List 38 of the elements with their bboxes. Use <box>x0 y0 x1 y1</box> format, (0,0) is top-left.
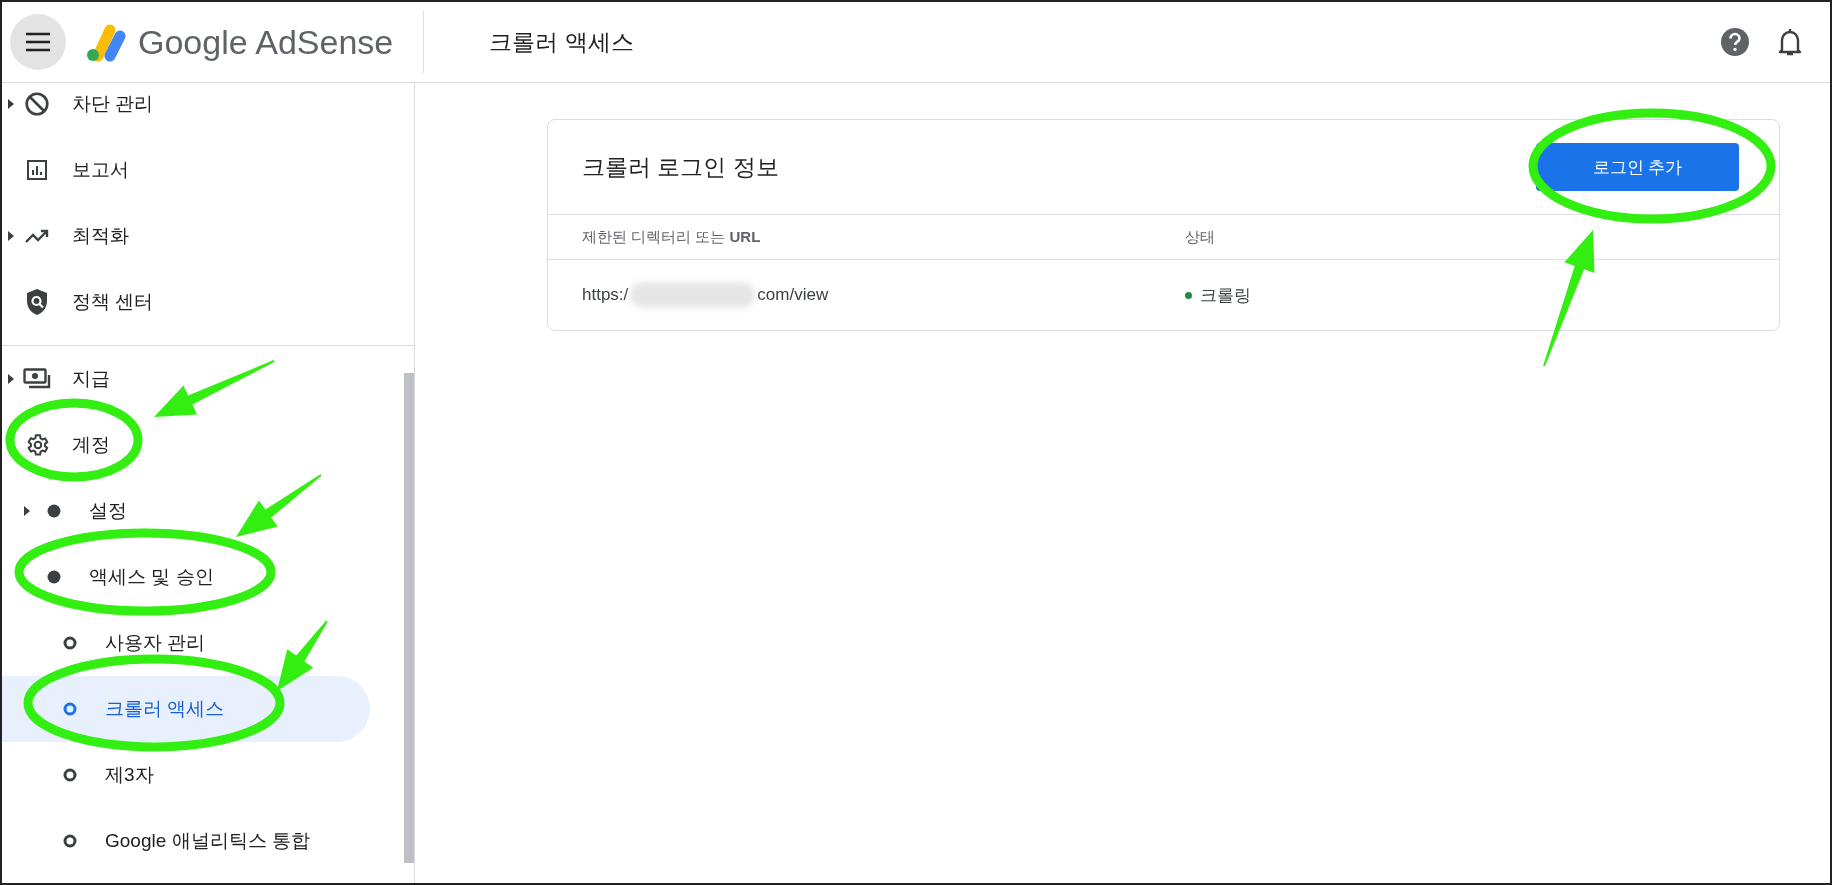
menu-icon <box>25 32 51 52</box>
menu-button[interactable] <box>10 14 66 70</box>
product-name: Google AdSense <box>138 22 394 62</box>
nav-item[interactable]: 최적화 <box>2 203 370 269</box>
nav-item[interactable]: 계정 <box>2 412 370 478</box>
ring-icon <box>63 834 77 848</box>
expand-arrow-icon[interactable] <box>8 231 14 241</box>
ring-icon <box>63 636 77 650</box>
nav-item[interactable]: 지급 <box>2 346 370 412</box>
help-icon[interactable] <box>1720 27 1750 57</box>
url-end: com/view <box>757 285 829 305</box>
nav-item[interactable]: Google 애널리틱스 통합 <box>2 808 370 874</box>
bullet-icon <box>47 504 61 518</box>
nav-item[interactable]: 사용자 관리 <box>2 610 370 676</box>
block-icon <box>22 89 52 119</box>
ring-icon <box>63 768 77 782</box>
add-login-button[interactable]: 로그인 추가 <box>1536 143 1739 191</box>
nav-item[interactable]: 보고서 <box>2 137 370 203</box>
nav-item[interactable]: 정책 센터 <box>2 269 370 335</box>
scrollbar[interactable] <box>404 373 414 863</box>
page-title: 크롤러 액세스 <box>489 27 635 57</box>
column-header: 제한된 디렉터리 또는 URL <box>582 227 761 247</box>
nav-item[interactable]: 액세스 및 승인 <box>2 544 370 610</box>
bullet-icon <box>47 570 61 584</box>
status-text: 크롤링 <box>1200 284 1251 307</box>
nav-item[interactable]: 크롤러 액세스 <box>2 676 370 742</box>
annotation-arrow <box>277 620 328 691</box>
nav-item[interactable]: 차단 관리 <box>2 83 370 137</box>
column-header: 상태 <box>1185 227 1215 247</box>
expand-arrow-icon[interactable] <box>8 374 14 384</box>
ring-icon <box>63 702 77 716</box>
url-start: https:/ <box>582 285 629 305</box>
nav-item[interactable]: 설정 <box>2 478 370 544</box>
expand-arrow-icon[interactable] <box>8 99 14 109</box>
nav-item[interactable]: 제3자 <box>2 742 370 808</box>
notifications-icon[interactable] <box>1778 27 1802 57</box>
card-title: 크롤러 로그인 정보 <box>582 152 779 182</box>
expand-arrow-icon[interactable] <box>24 506 30 516</box>
